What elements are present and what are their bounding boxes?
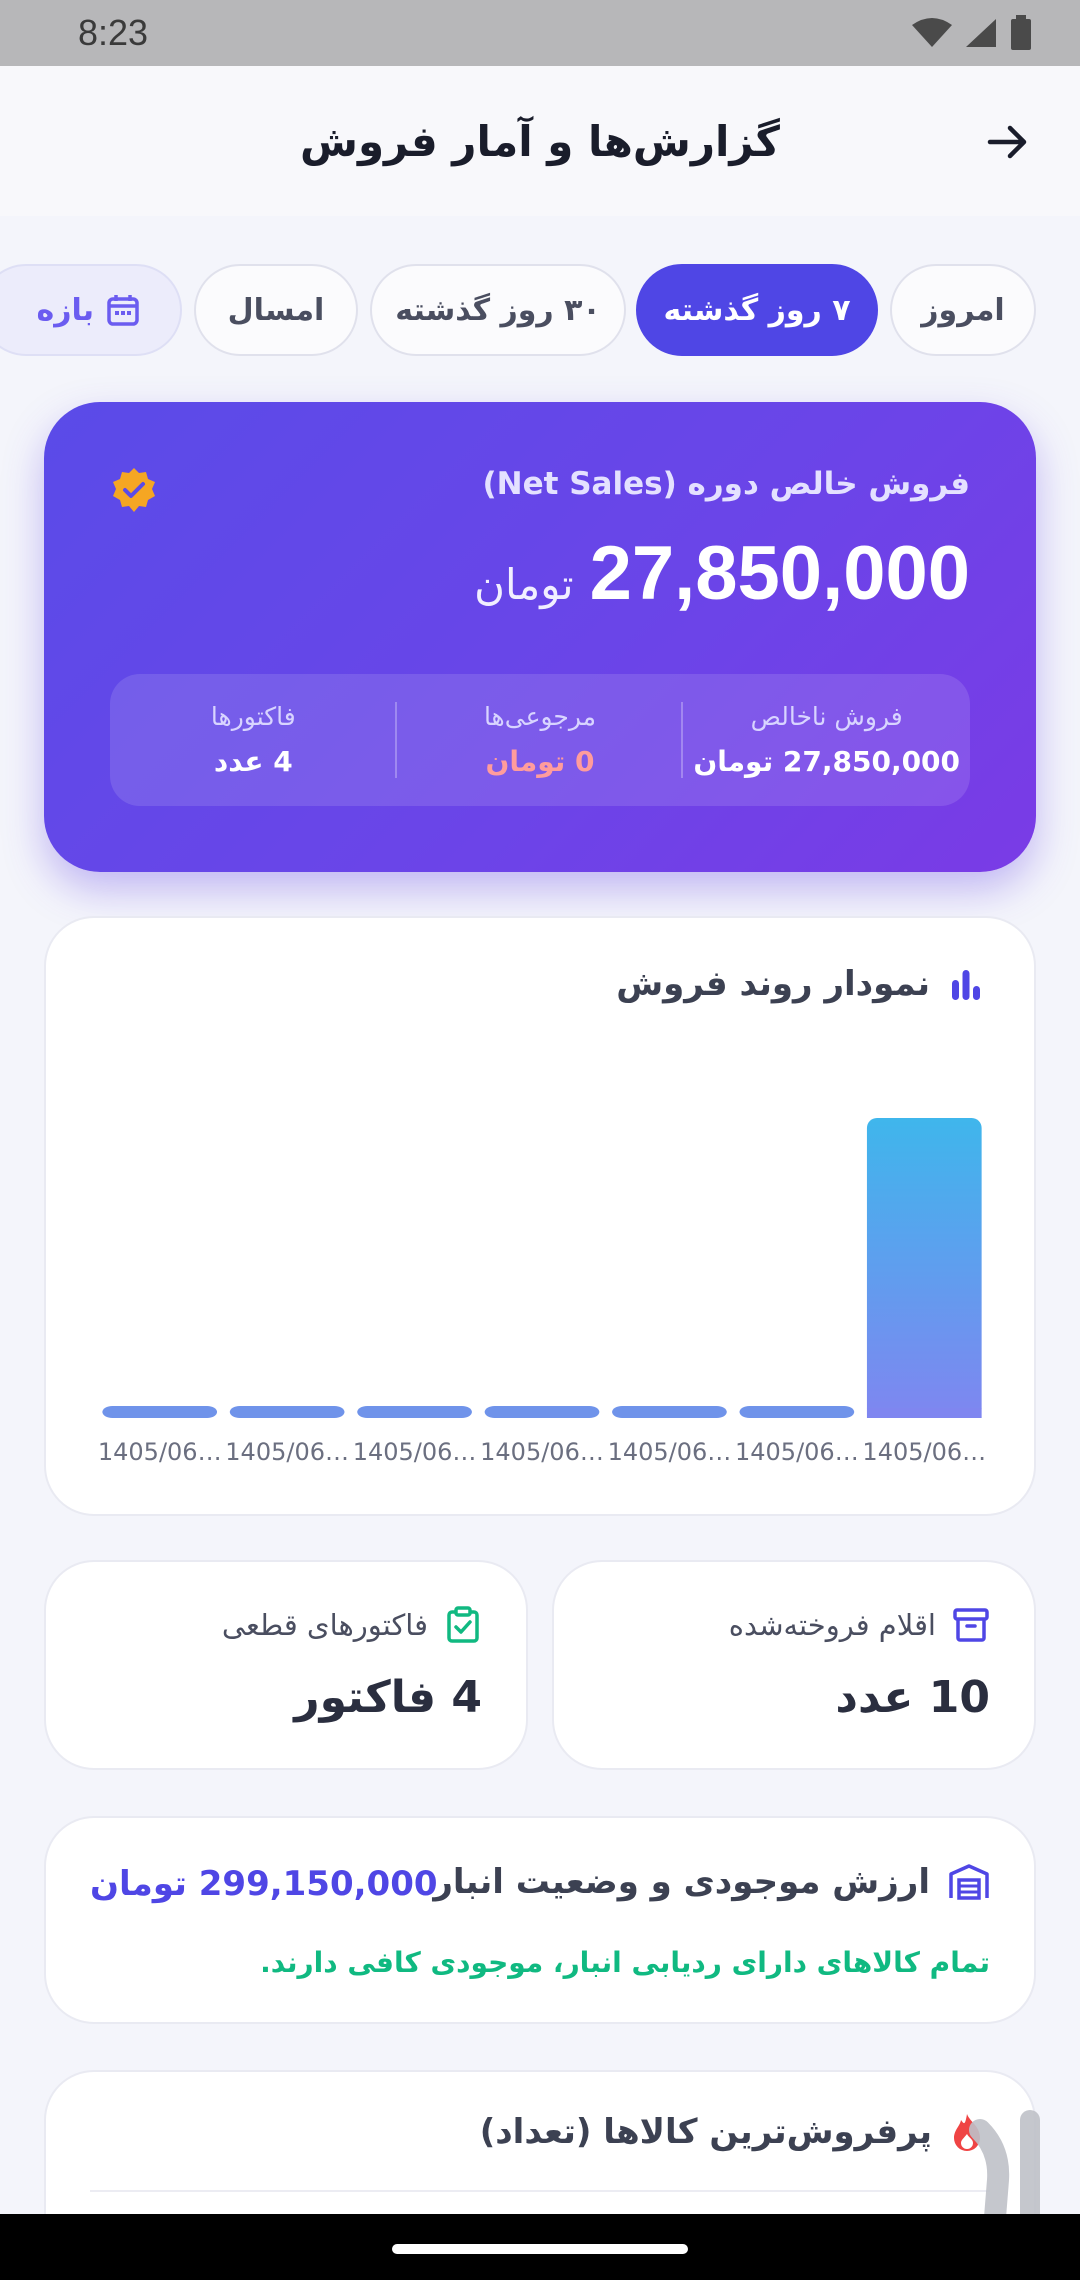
page-title: گزارش‌ها و آمار فروش [300,116,780,166]
final-invoices-value: 4 فاکتور [294,1672,482,1723]
clipboard-check-icon [447,1606,479,1643]
net-sales-label: فروش خالص دوره (Net Sales) [482,466,970,502]
currency-unit: تومان [474,560,574,609]
calendar-icon [107,295,139,326]
sales-trend-card: نمودار روند فروش 1405/06… 1405/06… 1405/06… [44,916,1036,1516]
wifi-icon [912,18,952,47]
signal-icon [966,19,996,47]
final-invoices-label: فاکتورهای قطعی [221,1608,428,1642]
period-filter-chips: امروز ۷ روز گذشته ۳۰ روز گذشته امسال باز… [0,262,1080,358]
chip-custom-range[interactable]: بازه [0,264,182,356]
x-tick-label: 1405/06… [480,1438,604,1466]
sold-items-card: اقلام فروخته‌شده 10 عدد [552,1560,1036,1770]
inventory-title: ارزش موجودی و وضعیت انبار [433,1862,990,1902]
net-sales-card: فروش خالص دوره (Net Sales) 27,850,000 تو… [44,402,1036,872]
gross-sales-label: فروش ناخالص [750,702,903,731]
chip-label: ۷ روز گذشته [663,292,851,328]
inventory-status-note: تمام کالاهای دارای ردیابی انبار، موجودی … [260,1946,990,1979]
chip-label: امروز [921,292,1005,328]
invoices: فاکتورها 4 عدد [110,674,397,806]
archive-box-icon [953,1608,989,1642]
inventory-value: 299,150,000 تومان [90,1864,438,1904]
x-tick-label: 1405/06… [225,1438,349,1466]
gross-sales: فروش ناخالص 27,850,000 تومان [683,674,970,806]
chart-bar[interactable] [739,1406,855,1418]
system-navigation-bar [0,2214,1080,2280]
chart-bar[interactable] [229,1406,345,1418]
chip-last-30-days[interactable]: ۳۰ روز گذشته [370,264,626,356]
sales-bar-chart: 1405/06… 1405/06… 1405/06… 1405/06… 1405/06…… [98,1118,986,1466]
chip-label: امسال [227,292,325,328]
sold-items-value: 10 عدد [835,1672,990,1723]
returns-value: 0 تومان [485,745,595,778]
chart-bar[interactable] [357,1406,472,1418]
returns-label: مرجوعی‌ها [483,702,597,731]
chart-bar[interactable] [484,1406,600,1418]
invoices-value: 4 عدد [213,745,293,778]
final-invoices-header: فاکتورهای قطعی [222,1606,482,1644]
net-sales-amount: 27,850,000 تومان [474,530,970,617]
arrow-right-icon [987,125,1027,159]
net-sales-value: 27,850,000 [589,531,970,616]
app-bar: گزارش‌ها و آمار فروش [0,66,1080,216]
chart-bar-base [866,1408,982,1418]
x-tick-label: 1405/06… [353,1438,477,1466]
x-tick-label: 1405/06… [98,1438,222,1466]
top-products-title: پرفروش‌ترین کالاها (تعداد) [480,2112,984,2152]
inventory-card: ارزش موجودی و وضعیت انبار 299,150,000 تو… [44,1816,1036,2024]
final-invoices-card: فاکتورهای قطعی 4 فاکتور [44,1560,528,1770]
battery-icon [1011,15,1031,50]
summary-breakdown: فروش ناخالص 27,850,000 تومان مرجوعی‌ها 0… [110,674,970,806]
top-products-title-text: پرفروش‌ترین کالاها (تعداد) [479,2112,932,2152]
invoices-label: فاکتورها [210,702,296,731]
chip-today[interactable]: امروز [890,264,1036,356]
chip-last-7-days[interactable]: ۷ روز گذشته [636,264,878,356]
home-gesture-handle[interactable] [392,2244,688,2254]
x-tick-label: 1405/06… [862,1438,986,1466]
x-tick-label: 1405/06… [608,1438,732,1466]
gross-sales-value: 27,850,000 تومان [693,745,961,778]
returns: مرجوعی‌ها 0 تومان [397,674,684,806]
inventory-title-text: ارزش موجودی و وضعیت انبار [433,1862,930,1902]
x-tick-label: 1405/06… [735,1438,859,1466]
chart-bar[interactable] [612,1406,727,1418]
sold-items-label: اقلام فروخته‌شده [728,1608,936,1642]
status-icons [912,15,1032,51]
warehouse-icon [949,1864,989,1900]
chip-this-year[interactable]: امسال [194,264,358,356]
status-time: 8:23 [78,12,149,53]
status-bar: 8:23 [0,0,1080,66]
verified-badge-icon [113,468,155,512]
chip-label: ۳۰ روز گذشته [395,292,601,328]
chart-bar[interactable] [866,1118,982,1418]
back-button[interactable] [976,110,1040,174]
chart-bar[interactable] [102,1406,218,1418]
chip-label: بازه [36,292,94,328]
divider [90,2190,990,2192]
sold-items-header: اقلام فروخته‌شده [729,1606,990,1644]
